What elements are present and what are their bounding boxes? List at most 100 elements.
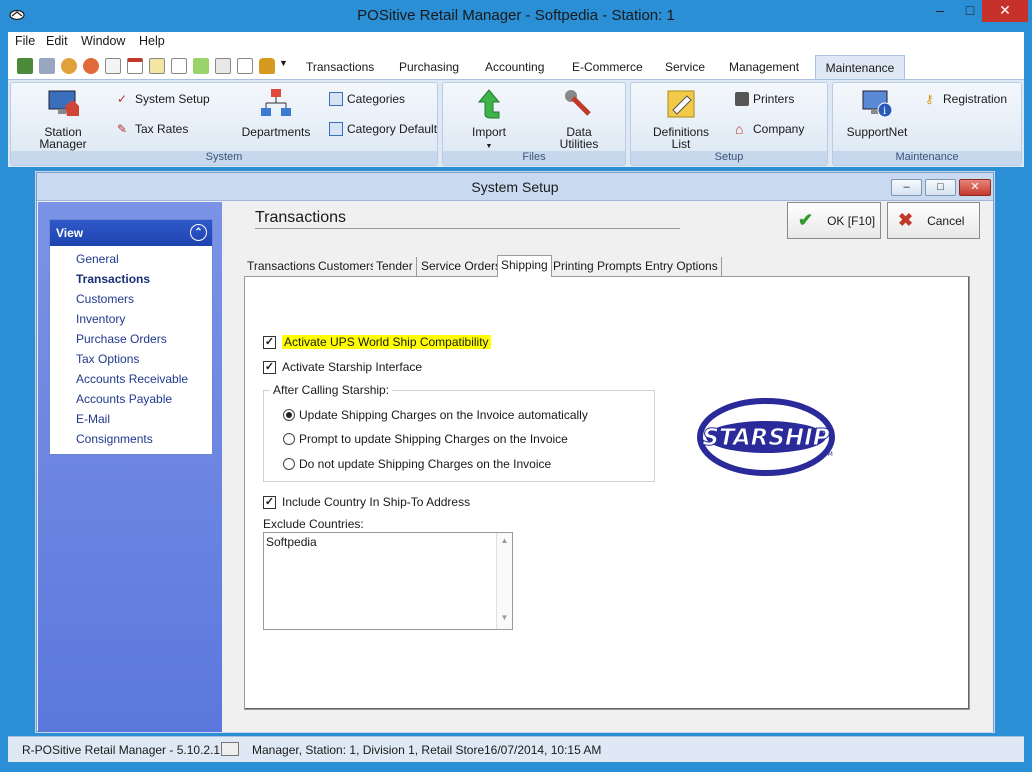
scroll-up-icon[interactable]: ▲	[497, 536, 512, 545]
tax-rates-button[interactable]: ✎ Tax Rates	[117, 122, 188, 136]
radio-no-update[interactable]	[283, 458, 295, 470]
system-setup-dialog: System Setup – □ ✕ View ⌃ General Transa…	[36, 172, 994, 732]
after-starship-label: After Calling Starship:	[270, 383, 393, 397]
ribbon-tab-bar: ▼ Transactions Purchasing Accounting E-C…	[8, 52, 1024, 80]
dialog-maximize-button[interactable]: □	[925, 179, 956, 196]
definitions-list-button[interactable]: Definitions List	[641, 88, 721, 150]
maximize-button[interactable]: □	[955, 0, 985, 22]
tab-management[interactable]: Management	[729, 60, 799, 74]
view-nav: View ⌃ General Transactions Customers In…	[49, 219, 213, 455]
tab-maintenance[interactable]: Maintenance	[815, 55, 905, 80]
collapse-icon[interactable]: ⌃	[190, 224, 207, 241]
printer-icon	[735, 92, 749, 106]
menu-edit[interactable]: Edit	[46, 34, 68, 48]
menu-window[interactable]: Window	[81, 34, 125, 48]
category-default-button[interactable]: Category Default	[329, 122, 437, 136]
exclude-countries-textarea[interactable]: Softpedia ▲ ▼	[263, 532, 513, 630]
calculator-icon[interactable]	[149, 58, 165, 74]
ups-checkbox[interactable]: ✓	[263, 335, 276, 349]
starship-checkbox-row[interactable]: ✓ Activate Starship Interface	[263, 360, 422, 374]
lock-icon[interactable]	[259, 58, 275, 74]
nav-panel: View ⌃ General Transactions Customers In…	[38, 202, 222, 732]
calendar-30-icon[interactable]	[171, 58, 187, 74]
printers-button[interactable]: Printers	[735, 92, 794, 106]
tab-prompts[interactable]: Prompts	[594, 257, 646, 277]
keyboard-icon[interactable]	[215, 58, 231, 74]
menu-help[interactable]: Help	[139, 34, 165, 48]
nav-item-purchase-orders[interactable]: Purchase Orders	[76, 332, 167, 346]
nav-item-accounts-payable[interactable]: Accounts Payable	[76, 392, 172, 406]
close-button[interactable]: ✕	[982, 0, 1028, 22]
wrench-icon	[565, 90, 591, 116]
categories-button[interactable]: Categories	[329, 92, 405, 106]
data-utilities-button[interactable]: Data Utilities	[539, 88, 619, 150]
quick-access-dropdown-icon[interactable]: ▼	[279, 58, 288, 74]
cancel-button[interactable]: ✖ Cancel	[887, 202, 980, 239]
nav-item-transactions[interactable]: Transactions	[76, 272, 150, 286]
tab-entry-options[interactable]: Entry Options	[642, 257, 722, 277]
tab-transactions[interactable]: Transactions	[306, 60, 374, 74]
settings-tabs: Transactions Customers Tender Service Or…	[244, 255, 984, 277]
minimize-button[interactable]: –	[925, 0, 955, 22]
tab-service[interactable]: Service	[665, 60, 705, 74]
menu-file[interactable]: File	[15, 34, 35, 48]
document-icon[interactable]	[105, 58, 121, 74]
tab-purchasing[interactable]: Purchasing	[399, 60, 459, 74]
supportnet-button[interactable]: i SupportNet	[839, 88, 915, 138]
tab-e-commerce[interactable]: E-Commerce	[572, 60, 643, 74]
pen-icon: ✎	[117, 122, 128, 136]
ribbon-group-maintenance: i SupportNet ⚷ Registration Maintenance	[832, 82, 1022, 166]
nav-item-inventory[interactable]: Inventory	[76, 312, 125, 326]
exclude-scrollbar[interactable]: ▲ ▼	[496, 533, 512, 629]
radio-no-update-row[interactable]: Do not update Shipping Charges on the In…	[283, 457, 551, 471]
registration-button[interactable]: ⚷ Registration	[925, 92, 1007, 106]
nav-item-consignments[interactable]: Consignments	[76, 432, 153, 446]
status-app-version: R-POSitive Retail Manager - 5.10.2.1	[22, 743, 221, 757]
tab-transactions-settings[interactable]: Transactions	[244, 257, 320, 277]
person-icon[interactable]	[83, 58, 99, 74]
departments-button[interactable]: Departments	[236, 88, 316, 138]
nav-item-general[interactable]: General	[76, 252, 119, 266]
dialog-title: System Setup	[37, 173, 993, 201]
users-icon[interactable]	[17, 58, 33, 74]
wrench-check-icon: ✓	[117, 92, 128, 106]
after-starship-group: After Calling Starship: Update Shipping …	[263, 383, 655, 482]
checkmark-icon: ✔	[798, 210, 814, 230]
station-manager-button[interactable]: Station Manager	[29, 88, 97, 150]
country-checkbox-row[interactable]: ✓ Include Country In Ship-To Address	[263, 495, 470, 509]
shipping-panel: ✓ Activate UPS World Ship Compatibility …	[244, 276, 970, 710]
starship-checkbox[interactable]: ✓	[263, 360, 276, 374]
calendar-14-icon[interactable]	[127, 58, 143, 74]
dialog-close-button[interactable]: ✕	[959, 179, 991, 196]
ok-button[interactable]: ✔ OK [F10]	[787, 202, 881, 239]
radio-prompt-row[interactable]: Prompt to update Shipping Charges on the…	[283, 432, 568, 446]
tag-icon[interactable]	[39, 58, 55, 74]
customer-icon[interactable]	[61, 58, 77, 74]
nav-item-customers[interactable]: Customers	[76, 292, 134, 306]
key-icon: ⚷	[925, 92, 934, 106]
svg-text:i: i	[883, 106, 886, 117]
import-button[interactable]: Import ▼	[453, 88, 525, 153]
starship-logo-graphic: STARSHIP TM	[697, 398, 835, 476]
radio-update-auto-row[interactable]: Update Shipping Charges on the Invoice a…	[283, 408, 588, 422]
blank-page-icon[interactable]	[237, 58, 253, 74]
tab-tender[interactable]: Tender	[373, 257, 417, 277]
dialog-minimize-button[interactable]: –	[891, 179, 922, 196]
system-setup-button[interactable]: ✓ System Setup	[117, 92, 210, 106]
ups-checkbox-row[interactable]: ✓ Activate UPS World Ship Compatibility	[263, 335, 491, 349]
company-button[interactable]: ⌂ Company	[735, 122, 804, 136]
tab-customers-settings[interactable]: Customers	[315, 257, 381, 277]
tab-shipping[interactable]: Shipping	[497, 255, 552, 277]
scroll-down-icon[interactable]: ▼	[497, 613, 512, 622]
radio-prompt[interactable]	[283, 433, 295, 445]
list-icon[interactable]	[193, 58, 209, 74]
radio-update-auto[interactable]	[283, 409, 295, 421]
tab-printing[interactable]: Printing	[550, 257, 598, 277]
nav-item-e-mail[interactable]: E-Mail	[76, 412, 110, 426]
tab-service-orders[interactable]: Service Orders	[418, 257, 506, 277]
tab-accounting[interactable]: Accounting	[485, 60, 544, 74]
country-checkbox[interactable]: ✓	[263, 495, 276, 509]
nav-item-tax-options[interactable]: Tax Options	[76, 352, 139, 366]
nav-item-accounts-receivable[interactable]: Accounts Receivable	[76, 372, 188, 386]
import-arrow-icon	[477, 89, 501, 119]
